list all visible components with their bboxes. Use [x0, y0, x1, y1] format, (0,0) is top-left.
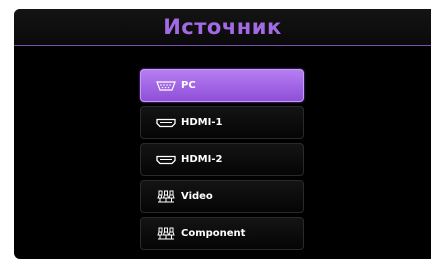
source-item-label: Component: [181, 228, 246, 239]
page-title: Источник: [163, 15, 282, 39]
source-item-label: HDMI-2: [181, 154, 223, 165]
composite-video-icon: [155, 190, 177, 204]
source-item-label: PC: [181, 80, 196, 91]
component-video-icon: [155, 227, 177, 241]
source-item-pc[interactable]: PC: [140, 69, 304, 102]
hdmi-port-icon: [155, 116, 177, 130]
hdmi-port-icon: [155, 153, 177, 167]
vga-port-icon: [155, 79, 177, 93]
title-bar: Источник: [14, 9, 431, 46]
source-item-hdmi-1[interactable]: HDMI-1: [140, 106, 304, 139]
source-menu-panel: Источник PC HDMI-1 HDMI-2 Video Componen…: [14, 9, 431, 259]
source-item-video[interactable]: Video: [140, 180, 304, 213]
source-item-label: HDMI-1: [181, 117, 223, 128]
source-item-component[interactable]: Component: [140, 217, 304, 250]
source-item-hdmi-2[interactable]: HDMI-2: [140, 143, 304, 176]
source-item-label: Video: [181, 191, 213, 202]
